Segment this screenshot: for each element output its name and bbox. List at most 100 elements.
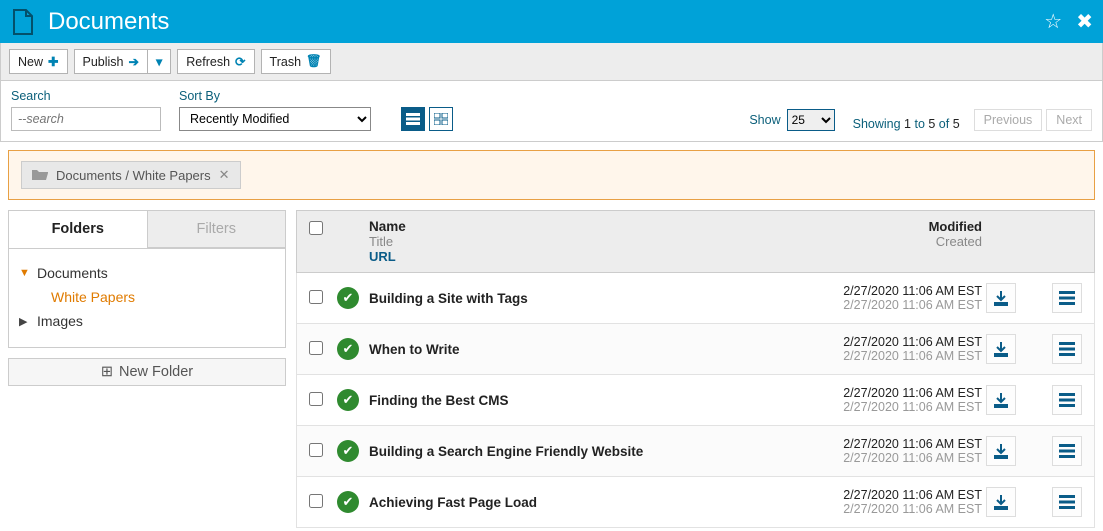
- caret-right-icon: ▶: [19, 315, 31, 328]
- download-button[interactable]: [986, 283, 1016, 313]
- new-button[interactable]: New ✚: [9, 49, 68, 74]
- details-button[interactable]: [1052, 385, 1082, 415]
- trash-button-label: Trash: [270, 55, 302, 69]
- row-modified: 2/27/2020 11:06 AM EST: [792, 335, 982, 349]
- download-button[interactable]: [986, 385, 1016, 415]
- tab-folders[interactable]: Folders: [9, 211, 147, 248]
- row-name: Finding the Best CMS: [369, 393, 792, 408]
- row-modified: 2/27/2020 11:06 AM EST: [792, 386, 982, 400]
- trash-button[interactable]: Trash 🗑: [261, 49, 331, 74]
- favorite-icon[interactable]: ☆: [1044, 9, 1062, 34]
- status-published-icon: ✔: [337, 389, 359, 411]
- download-button[interactable]: [986, 487, 1016, 517]
- download-button[interactable]: [986, 436, 1016, 466]
- previous-button[interactable]: Previous: [974, 109, 1043, 131]
- close-icon[interactable]: ✖: [1076, 9, 1093, 34]
- column-title[interactable]: Title: [369, 234, 792, 249]
- folder-open-icon: [32, 168, 48, 183]
- column-created[interactable]: Created: [792, 234, 982, 249]
- plus-icon: ✚: [48, 54, 58, 69]
- details-icon: [1059, 393, 1075, 407]
- arrow-right-icon: ➔: [129, 54, 139, 69]
- refresh-button[interactable]: Refresh ⟳: [177, 49, 254, 74]
- publish-dropdown-button[interactable]: ▾: [148, 49, 171, 74]
- row-checkbox[interactable]: [309, 341, 323, 355]
- tree-node-documents[interactable]: ▼ Documents: [19, 261, 275, 285]
- row-created: 2/27/2020 11:06 AM EST: [792, 400, 982, 414]
- row-name: Building a Site with Tags: [369, 291, 792, 306]
- row-modified: 2/27/2020 11:06 AM EST: [792, 488, 982, 502]
- sort-select[interactable]: Recently Modified: [179, 107, 371, 131]
- tree-node-label: Images: [37, 313, 83, 329]
- select-all-checkbox[interactable]: [309, 221, 323, 235]
- grid-view-button[interactable]: [429, 107, 453, 131]
- download-icon: [993, 443, 1009, 459]
- caret-down-icon: ▾: [156, 54, 162, 69]
- table-row[interactable]: ✔Building a Search Engine Friendly Websi…: [296, 426, 1095, 477]
- breadcrumb-banner: Documents / White Papers ✕: [8, 150, 1095, 200]
- row-checkbox[interactable]: [309, 494, 323, 508]
- sort-label: Sort By: [179, 89, 371, 103]
- showing-text: Showing 1 to 5 of 5: [853, 117, 960, 131]
- caret-down-icon: ▼: [19, 267, 31, 279]
- row-created: 2/27/2020 11:06 AM EST: [792, 298, 982, 312]
- status-published-icon: ✔: [337, 338, 359, 360]
- details-button[interactable]: [1052, 334, 1082, 364]
- download-icon: [993, 341, 1009, 357]
- breadcrumb-path: Documents / White Papers: [56, 168, 211, 183]
- table-row[interactable]: ✔When to Write2/27/2020 11:06 AM EST2/27…: [296, 324, 1095, 375]
- row-checkbox[interactable]: [309, 290, 323, 304]
- page-title: Documents: [48, 8, 1030, 36]
- list-icon: [406, 113, 420, 125]
- row-created: 2/27/2020 11:06 AM EST: [792, 502, 982, 516]
- sidebar: Folders Filters ▼ Documents White Papers…: [8, 210, 286, 528]
- column-url[interactable]: URL: [369, 249, 792, 264]
- tree-node-images[interactable]: ▶ Images: [19, 309, 275, 333]
- column-modified[interactable]: Modified: [792, 219, 982, 234]
- column-name[interactable]: Name: [369, 219, 792, 234]
- row-created: 2/27/2020 11:06 AM EST: [792, 451, 982, 465]
- action-toolbar: New ✚ Publish ➔ ▾ Refresh ⟳ Trash 🗑: [0, 43, 1103, 81]
- details-button[interactable]: [1052, 283, 1082, 313]
- download-button[interactable]: [986, 334, 1016, 364]
- download-icon: [993, 494, 1009, 510]
- tree-node-label: Documents: [37, 265, 108, 281]
- refresh-icon: ⟳: [235, 54, 245, 69]
- table-row[interactable]: ✔Building a Site with Tags2/27/2020 11:0…: [296, 273, 1095, 324]
- next-button[interactable]: Next: [1046, 109, 1092, 131]
- new-folder-label: New Folder: [119, 364, 193, 380]
- table-row[interactable]: ✔ Finding the Best CMS2/27/2020 11:06 AM …: [296, 375, 1095, 426]
- show-select[interactable]: 25: [787, 109, 835, 131]
- breadcrumb-chip[interactable]: Documents / White Papers ✕: [21, 161, 241, 189]
- download-icon: [993, 392, 1009, 408]
- row-name: Building a Search Engine Friendly Websit…: [369, 444, 792, 459]
- plus-square-icon: ⊞: [101, 364, 113, 380]
- trash-icon: 🗑: [306, 54, 322, 69]
- details-icon: [1059, 444, 1075, 458]
- row-checkbox[interactable]: [309, 443, 323, 457]
- tree-node-white-papers[interactable]: White Papers: [19, 285, 275, 309]
- new-button-label: New: [18, 55, 43, 69]
- row-checkbox[interactable]: [309, 392, 323, 406]
- status-published-icon: ✔: [337, 491, 359, 513]
- row-name: When to Write: [369, 342, 792, 357]
- details-button[interactable]: [1052, 436, 1082, 466]
- details-icon: [1059, 495, 1075, 509]
- folder-tree: ▼ Documents White Papers ▶ Images: [8, 249, 286, 348]
- row-modified: 2/27/2020 11:06 AM EST: [792, 437, 982, 451]
- filter-bar: Search Sort By Recently Modified Show 25…: [0, 81, 1103, 142]
- search-label: Search: [11, 89, 161, 103]
- list-view-button[interactable]: [401, 107, 425, 131]
- table-row[interactable]: ✔ Achieving Fast Page Load2/27/2020 11:06…: [296, 477, 1095, 528]
- publish-button[interactable]: Publish ➔: [74, 49, 148, 74]
- search-input[interactable]: [11, 107, 161, 131]
- document-icon: [10, 7, 36, 37]
- new-folder-button[interactable]: ⊞ New Folder: [8, 358, 286, 386]
- details-button[interactable]: [1052, 487, 1082, 517]
- publish-button-label: Publish: [83, 55, 124, 69]
- tab-filters[interactable]: Filters: [147, 211, 286, 248]
- breadcrumb-remove-icon[interactable]: ✕: [219, 167, 230, 183]
- document-list: Name Title URL Modified Created ✔Buildin…: [296, 210, 1095, 528]
- row-name: Achieving Fast Page Load: [369, 495, 792, 510]
- download-icon: [993, 290, 1009, 306]
